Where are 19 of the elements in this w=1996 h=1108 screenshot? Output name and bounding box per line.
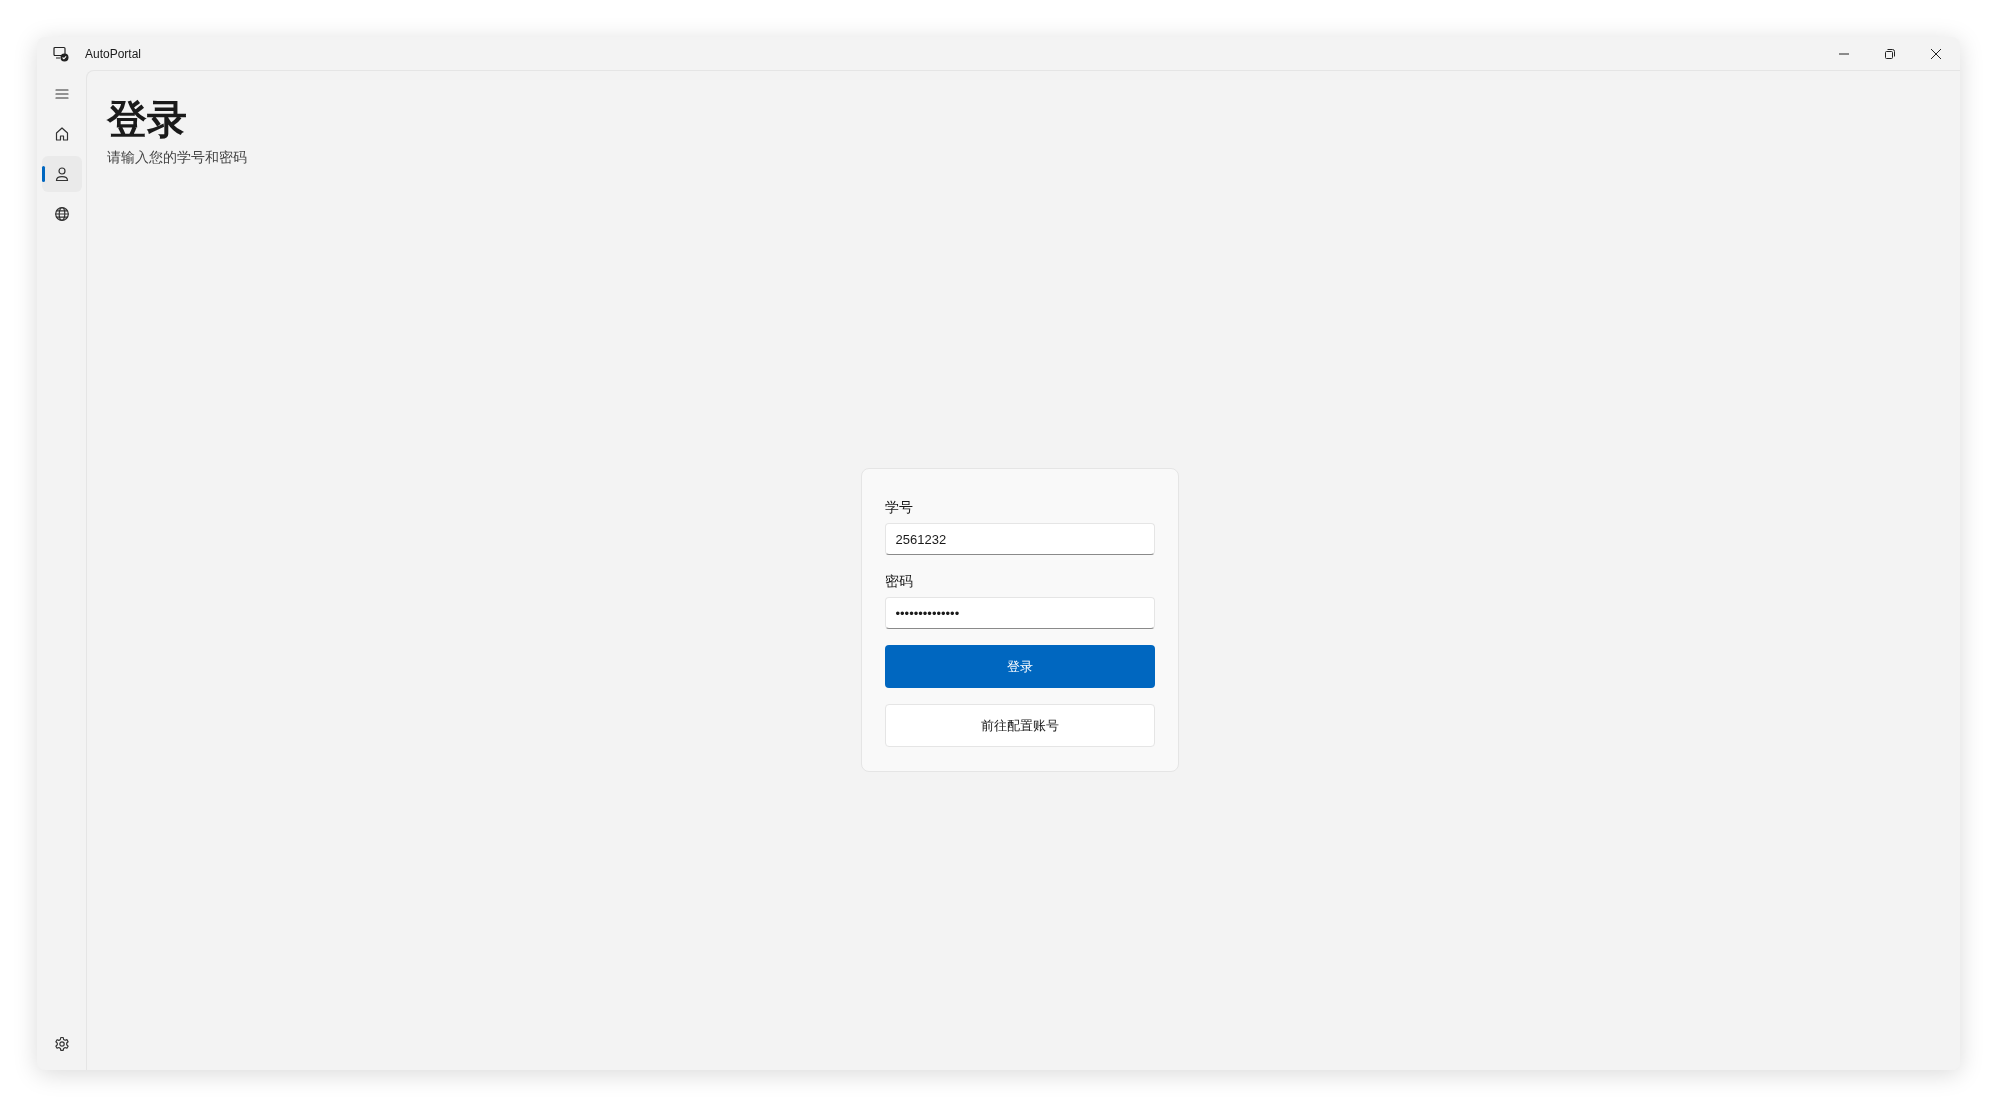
close-icon [1931, 48, 1941, 59]
restore-icon [1885, 48, 1895, 59]
settings-icon [53, 1036, 70, 1052]
window-title: AutoPortal [85, 45, 142, 63]
input-field[interactable]: •••••••••••••• [884, 597, 1155, 629]
input-field[interactable]: 2561232 [884, 523, 1155, 555]
app-icon [53, 45, 69, 62]
person-icon [53, 166, 70, 182]
menu-icon [53, 86, 70, 102]
page-subtitle: 请输入您的学号和密码 [107, 148, 247, 167]
page-title: 登录 [107, 96, 187, 143]
nav-item[interactable] [41, 156, 82, 192]
configure-account-button[interactable]: 前往配置账号 [884, 704, 1155, 747]
globe-icon [53, 206, 70, 222]
home-icon [53, 126, 70, 142]
login-button[interactable]: 登录 [884, 645, 1155, 688]
field-label: 密码 [884, 572, 913, 591]
selection-indicator [41, 166, 45, 182]
field-label: 学号 [884, 498, 913, 517]
